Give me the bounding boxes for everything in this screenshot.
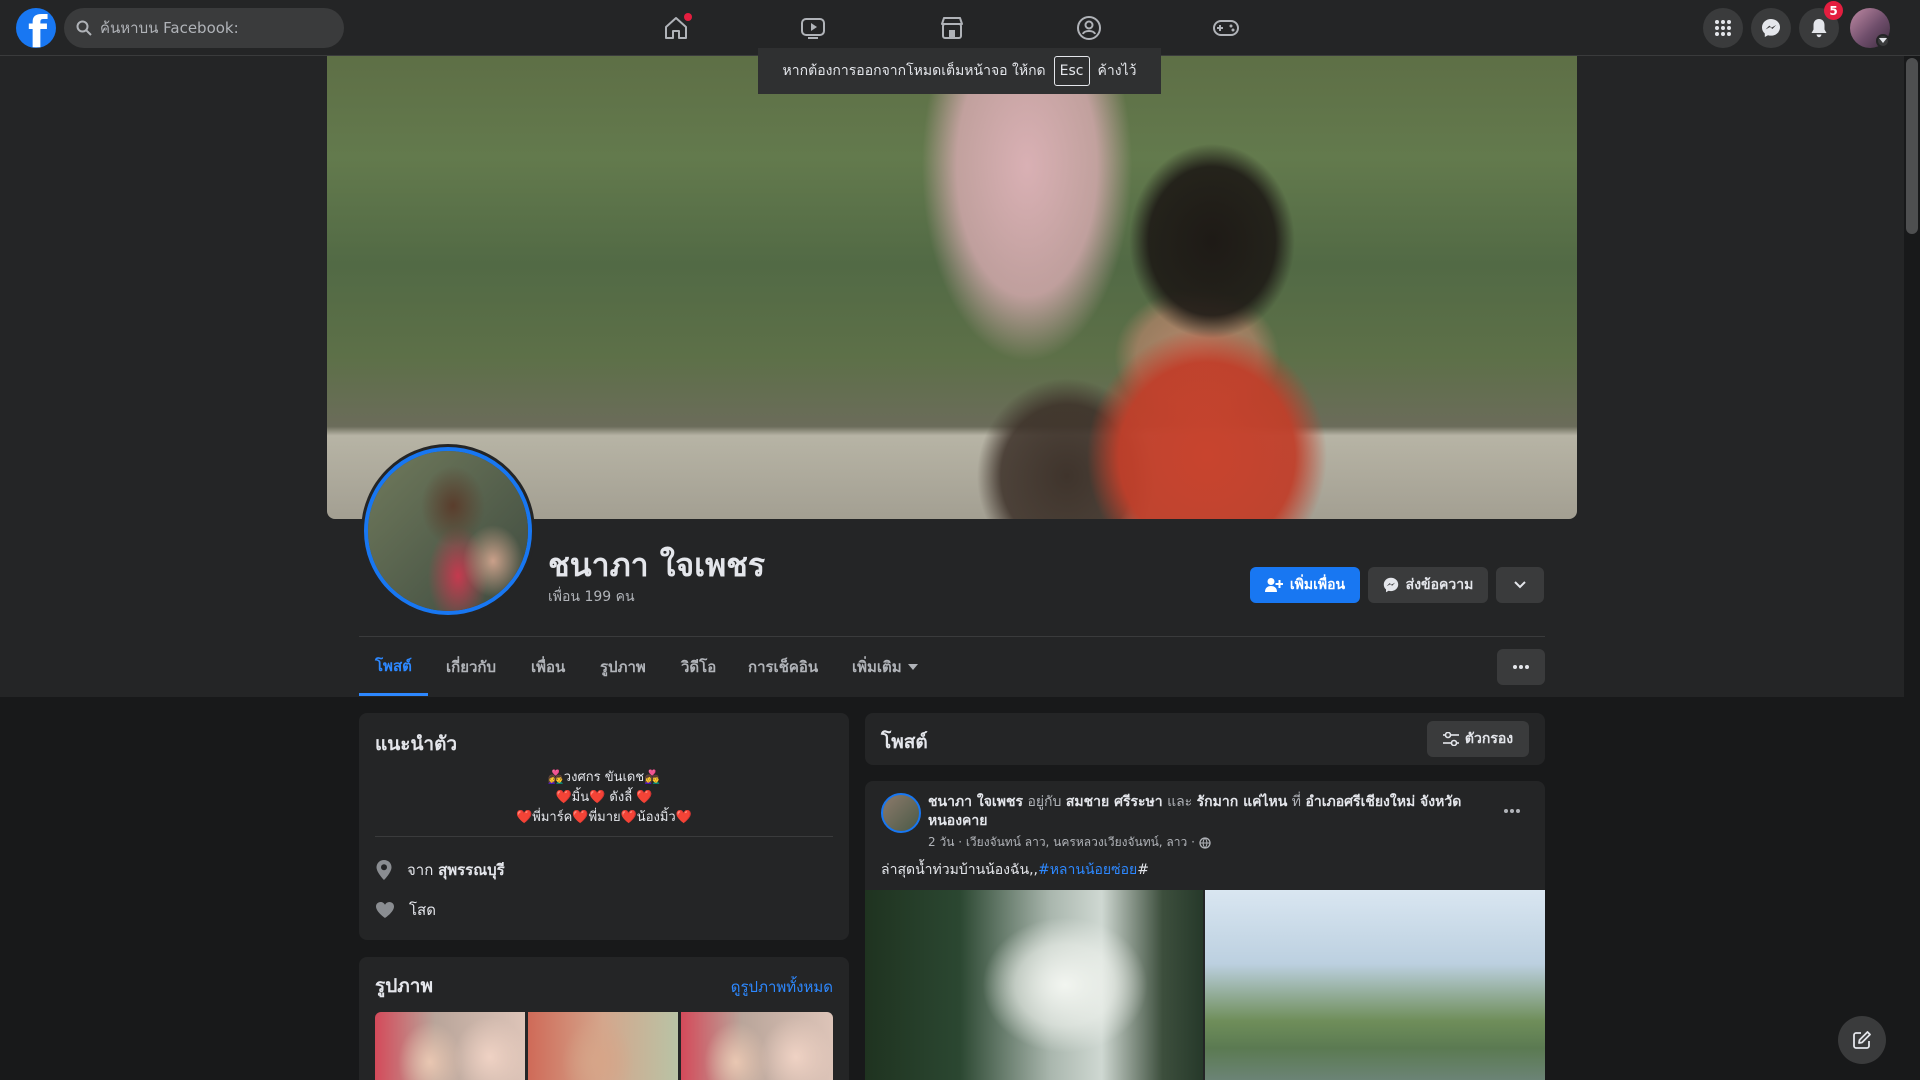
- nav-tab-home[interactable]: [620, 0, 732, 56]
- friend-count[interactable]: เพื่อน 199 คน: [548, 586, 635, 608]
- notification-dot: [684, 13, 692, 21]
- chevron-down-icon: [1514, 581, 1526, 589]
- post-tag-link[interactable]: รักมาก แค่ไหน: [1197, 794, 1288, 810]
- toast-text-after: ค้างไว้: [1097, 63, 1137, 79]
- watch-icon: [801, 18, 825, 39]
- posts-title: โพสต์: [881, 731, 928, 753]
- post-with-word: อยู่กับ: [1027, 794, 1062, 810]
- intro-title: แนะนำตัว: [375, 733, 458, 755]
- tab-more[interactable]: เพิ่มเติม: [836, 638, 934, 696]
- messenger-icon: [1762, 19, 1780, 37]
- profile-more-actions-button[interactable]: [1496, 567, 1544, 603]
- esc-key-hint: Esc: [1053, 56, 1090, 86]
- photo-thumbnail[interactable]: [681, 1012, 833, 1080]
- post-header: ชนาภา ใจเพชร อยู่กับ สมชาย ศรีระษา และ ร…: [928, 793, 1473, 831]
- search-input[interactable]: [100, 19, 320, 37]
- tab-more-label: เพิ่มเติม: [852, 658, 902, 676]
- scrollbar-thumb[interactable]: [1906, 58, 1918, 234]
- gaming-icon: [1213, 20, 1239, 36]
- globe-icon: [1199, 836, 1211, 849]
- heart-icon: [376, 902, 394, 918]
- hometown-link[interactable]: สุพรรณบุรี: [438, 861, 505, 879]
- post-options-button[interactable]: [1497, 799, 1527, 823]
- photo-thumbnail[interactable]: [375, 1012, 525, 1080]
- relationship-row: โสด: [375, 898, 436, 922]
- profile-picture-image: [364, 447, 532, 615]
- post-body: ล่าสุดน้ำท่วมบ้านน้องฉัน,,: [881, 862, 1038, 878]
- search-icon: [76, 20, 92, 36]
- groups-icon: [1077, 16, 1101, 40]
- tab-checkins[interactable]: การเช็คอิน: [732, 638, 834, 696]
- bio-line: 👩‍❤️‍👨วงศกร ขันเดช👩‍❤️‍👨: [547, 770, 661, 785]
- see-all-photos-link[interactable]: ดูรูปภาพทั้งหมด: [731, 975, 833, 999]
- post-hashtag-link[interactable]: #หลานน้อยซ่อย: [1038, 862, 1137, 878]
- photo-thumbnail[interactable]: [528, 1012, 678, 1080]
- more-icon: [1504, 809, 1520, 813]
- hometown-prefix: จาก: [407, 861, 434, 879]
- bio-divider: [375, 836, 833, 837]
- toast-text-before: หากต้องการออกจากโหมดเต็มหน้าจอ ให้กด: [782, 63, 1046, 79]
- photos-card: รูปภาพ ดูรูปภาพทั้งหมด: [359, 957, 849, 1080]
- bio-line: ❤️พี่มาร์ค❤️พี่มาย❤️น้องมิ้ว❤️: [516, 810, 692, 825]
- tab-friends[interactable]: เพื่อน: [515, 638, 581, 696]
- relationship-status: โสด: [409, 901, 436, 919]
- hometown-row: จาก สุพรรณบุรี: [375, 858, 505, 882]
- caret-down-icon: [1879, 38, 1887, 43]
- post-tag-link[interactable]: สมชาย ศรีระษา: [1066, 794, 1163, 810]
- caret-down-icon: [907, 664, 918, 670]
- tab-posts[interactable]: โพสต์: [359, 638, 428, 696]
- compose-icon: [1853, 1031, 1871, 1049]
- post-at-word: ที่: [1291, 794, 1302, 810]
- menu-button[interactable]: [1703, 8, 1743, 48]
- header-divider: [359, 636, 1545, 637]
- post-photo[interactable]: [1205, 890, 1545, 1080]
- notification-count-badge: 5: [1824, 1, 1843, 20]
- filter-label: ตัวกรอง: [1464, 731, 1514, 747]
- fullscreen-exit-toast: หากต้องการออกจากโหมดเต็มหน้าจอ ให้กด Esc…: [758, 48, 1161, 94]
- new-message-button[interactable]: [1838, 1016, 1886, 1064]
- search-box[interactable]: [64, 8, 344, 48]
- add-friend-button[interactable]: เพิ่มเพื่อน: [1250, 567, 1360, 603]
- tabs-overflow-button[interactable]: [1497, 649, 1545, 685]
- filter-icon: [1442, 732, 1459, 746]
- bell-icon: [1811, 19, 1827, 38]
- intro-card: แนะนำตัว 👩‍❤️‍👨วงศกร ขันเดช👩‍❤️‍👨 ❤️มิ้น…: [359, 713, 849, 940]
- photos-title: รูปภาพ: [375, 975, 433, 997]
- add-friend-label: เพิ่มเพื่อน: [1289, 577, 1346, 593]
- bio-line: ❤️มิ้น❤️ ดังลี้ ❤️: [555, 790, 653, 805]
- post-and-word: และ: [1167, 794, 1193, 810]
- post-meta: 2 วัน · เวียงจันทน์ ลาว, นครหลวงเวียงจัน…: [928, 833, 1211, 852]
- facebook-logo-icon[interactable]: f: [16, 8, 56, 48]
- add-friend-icon: [1264, 578, 1283, 592]
- posts-header-card: โพสต์ ตัวกรอง: [865, 713, 1545, 765]
- send-message-label: ส่งข้อความ: [1405, 577, 1474, 593]
- send-message-button[interactable]: ส่งข้อความ: [1368, 567, 1488, 603]
- tab-about[interactable]: เกี่ยวกับ: [430, 638, 512, 696]
- post-author-avatar[interactable]: [881, 793, 921, 833]
- cover-photo[interactable]: [327, 56, 1577, 519]
- tab-photos[interactable]: รูปภาพ: [584, 638, 662, 696]
- post-card: ชนาภา ใจเพชร อยู่กับ สมชาย ศรีระษา และ ร…: [865, 781, 1545, 1080]
- location-pin-icon: [376, 860, 392, 880]
- profile-picture[interactable]: [361, 444, 535, 618]
- post-body-end: #: [1137, 862, 1149, 878]
- menu-grid-icon: [1715, 20, 1731, 36]
- marketplace-icon: [941, 17, 963, 39]
- filter-button[interactable]: ตัวกรอง: [1427, 721, 1529, 757]
- post-timestamp[interactable]: 2 วัน · เวียงจันทน์ ลาว, นครหลวงเวียงจัน…: [928, 833, 1195, 852]
- more-icon: [1513, 665, 1529, 669]
- account-menu-caret[interactable]: [1876, 34, 1890, 48]
- profile-name: ชนาภา ใจเพชร: [548, 546, 766, 584]
- messenger-icon: [1383, 577, 1398, 593]
- post-photo[interactable]: [865, 890, 1203, 1080]
- post-text: ล่าสุดน้ำท่วมบ้านน้องฉัน,,#หลานน้อยซ่อย#: [881, 859, 1149, 881]
- post-author-link[interactable]: ชนาภา ใจเพชร: [928, 794, 1023, 810]
- tab-videos[interactable]: วิดีโอ: [665, 638, 732, 696]
- nav-tab-gaming[interactable]: [1170, 0, 1282, 56]
- messenger-button[interactable]: [1751, 8, 1791, 48]
